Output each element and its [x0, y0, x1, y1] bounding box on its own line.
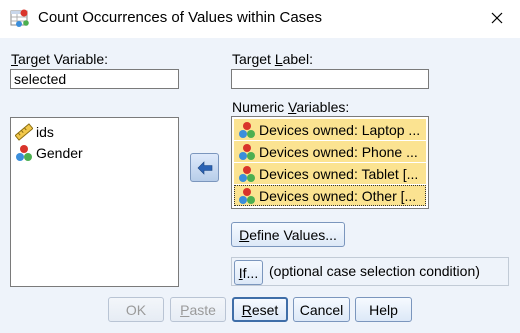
list-item-label: ids	[36, 123, 54, 140]
list-item-label: Devices owned: Laptop ...	[259, 121, 421, 138]
nominal-balls-icon	[239, 187, 255, 204]
numeric-variables-list[interactable]: Devices owned: Laptop ... Devices owned:…	[231, 116, 429, 209]
list-item-label: Devices owned: Other [...	[259, 187, 417, 204]
define-values-button[interactable]: Define Values...	[231, 222, 345, 247]
numeric-variables-label: Numeric Variables:	[232, 99, 350, 115]
if-button[interactable]: If...	[234, 260, 263, 285]
list-item[interactable]: Devices owned: Other [...	[234, 185, 426, 206]
list-item-label: Devices owned: Tablet [...	[259, 165, 419, 182]
list-item[interactable]: Devices owned: Tablet [...	[234, 163, 426, 184]
list-item[interactable]: Devices owned: Phone ...	[234, 141, 426, 162]
title-bar: Count Occurrences of Values within Cases	[0, 0, 520, 38]
nominal-balls-icon	[239, 165, 255, 182]
paste-button[interactable]: Paste	[170, 297, 226, 322]
window-title: Count Occurrences of Values within Cases	[38, 9, 323, 26]
target-variable-input[interactable]	[10, 69, 179, 89]
list-item[interactable]: Devices owned: Laptop ...	[234, 119, 426, 140]
ok-button[interactable]: OK	[108, 297, 164, 322]
spss-dialog-icon	[10, 9, 29, 27]
target-label-label: Target Label:	[232, 51, 313, 67]
reset-button[interactable]: Reset	[232, 297, 288, 322]
list-item-label: Devices owned: Phone ...	[259, 143, 418, 160]
list-item-label: Gender	[36, 144, 83, 161]
source-variable-list[interactable]: ids Gender	[10, 117, 179, 287]
nominal-balls-icon	[239, 121, 255, 138]
close-button[interactable]	[480, 4, 514, 32]
nominal-balls-icon	[239, 143, 255, 160]
list-item[interactable]: Gender	[11, 142, 178, 163]
nominal-balls-icon	[16, 144, 32, 161]
arrow-left-icon	[197, 160, 212, 175]
move-variable-button[interactable]	[190, 153, 219, 182]
target-label-input[interactable]	[231, 69, 429, 89]
list-item[interactable]: ids	[11, 121, 178, 142]
help-button[interactable]: Help	[355, 297, 412, 322]
if-condition-row: If... (optional case selection condition…	[231, 257, 509, 286]
target-variable-label: Target Variable:	[11, 51, 109, 67]
scale-ruler-icon	[15, 122, 33, 141]
if-description: (optional case selection condition)	[269, 263, 480, 279]
close-icon	[491, 12, 503, 24]
cancel-button[interactable]: Cancel	[293, 297, 350, 322]
